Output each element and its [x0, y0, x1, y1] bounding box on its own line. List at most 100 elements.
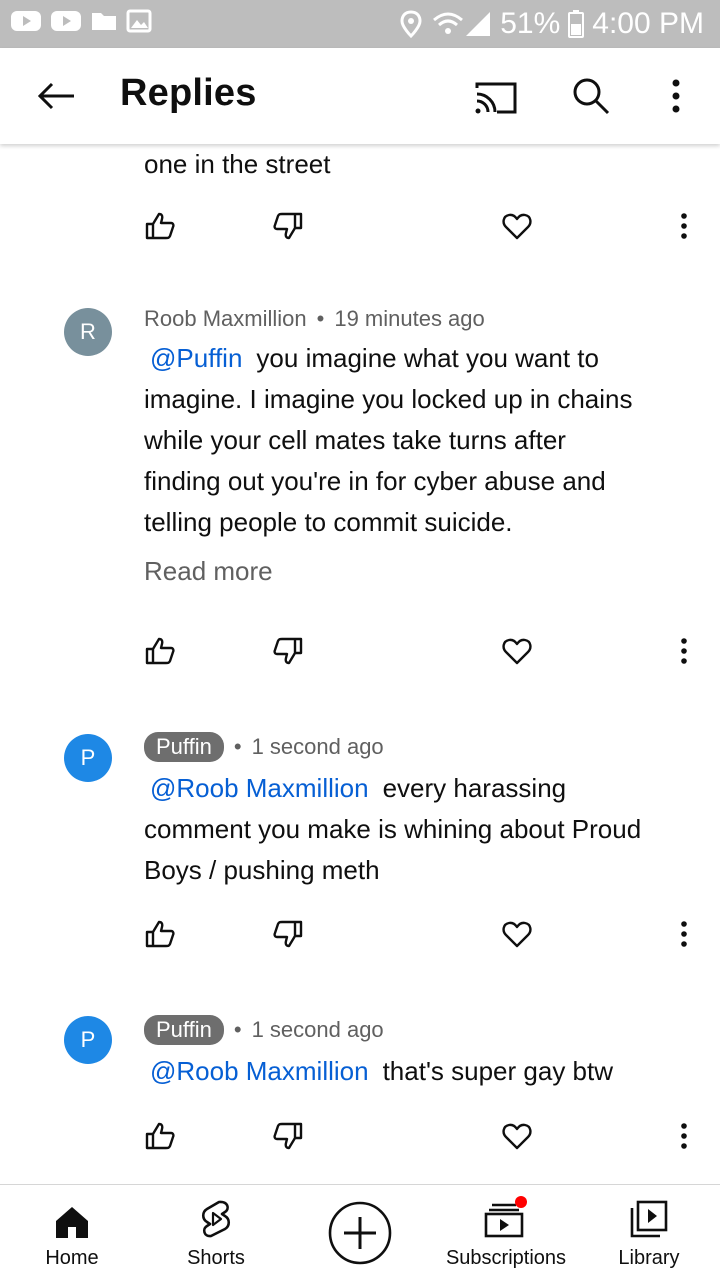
comment-meta: Puffin • 1 second ago	[144, 1015, 384, 1045]
dislike-button[interactable]	[264, 1112, 312, 1160]
more-vert-icon	[681, 638, 687, 664]
comment-text: @Puffin you imagine what you want to imag…	[144, 338, 694, 543]
thumb-down-icon	[273, 637, 303, 665]
system-status: 51% 4:00 PM	[400, 4, 704, 44]
notification-icons	[10, 9, 152, 33]
comment-more-button[interactable]	[660, 627, 708, 675]
search-icon	[573, 78, 610, 115]
heart-icon	[502, 921, 532, 948]
comment-author-chip[interactable]: Puffin	[144, 1015, 224, 1045]
comment-line-text: every harassing	[382, 773, 567, 803]
library-icon	[630, 1200, 668, 1238]
wifi-signal-icon	[433, 12, 491, 36]
meta-separator: •	[233, 734, 242, 759]
comment-author-chip[interactable]: Puffin	[144, 732, 224, 762]
cast-icon	[475, 82, 517, 114]
comment-more-button[interactable]	[660, 202, 708, 250]
dislike-button[interactable]	[264, 910, 312, 958]
back-button[interactable]	[26, 70, 86, 122]
thumb-down-icon	[273, 1122, 303, 1150]
app-bar: Replies	[0, 48, 720, 144]
meta-separator: •	[316, 306, 325, 331]
nav-library-label: Library	[618, 1247, 680, 1269]
heart-icon	[502, 213, 532, 240]
cast-button[interactable]	[466, 72, 526, 124]
mention-link[interactable]: @Puffin	[144, 343, 242, 373]
comment-time: 1 second ago	[251, 734, 384, 759]
comment-text: @Roob Maxmillion that's super gay btw	[144, 1051, 694, 1092]
comment-line: telling people to commit suicide.	[144, 507, 513, 537]
status-bar: 51% 4:00 PM	[0, 0, 720, 48]
comment-line: Boys / pushing meth	[144, 855, 380, 885]
nav-shorts-label: Shorts	[187, 1247, 245, 1269]
comment-more-button[interactable]	[660, 910, 708, 958]
comment-line: imagine. I imagine you locked up in chai…	[144, 384, 633, 414]
comment-line-text: that's super gay btw	[382, 1056, 613, 1086]
more-vert-icon	[681, 921, 687, 947]
comment-time: 19 minutes ago	[334, 306, 485, 331]
comment-line-text: you imagine what you want to	[256, 343, 599, 373]
battery-percent: 51%	[500, 7, 561, 40]
heart-icon	[502, 1123, 532, 1150]
comment-line: @Roob Maxmillion every harassing	[144, 768, 694, 809]
mention-link[interactable]: @Roob Maxmillion	[144, 773, 369, 803]
comment-line: @Puffin you imagine what you want to	[144, 338, 694, 379]
nav-subscriptions-label: Subscriptions	[445, 1247, 567, 1269]
create-button[interactable]	[326, 1185, 394, 1280]
bottom-navigation: Home Shorts Subscriptions Library	[0, 1184, 720, 1280]
thumb-down-icon	[273, 920, 303, 948]
avatar[interactable]: P	[64, 734, 112, 782]
youtube-notification-icon	[51, 11, 81, 31]
like-button[interactable]	[136, 627, 184, 675]
create-plus-icon	[328, 1201, 392, 1265]
subscriptions-icon	[484, 1196, 527, 1238]
dislike-button[interactable]	[264, 627, 312, 675]
heart-button[interactable]	[493, 910, 541, 958]
comment-line: comment you make is whining about Proud	[144, 814, 642, 844]
comment-author[interactable]: Roob Maxmillion	[144, 306, 307, 332]
back-arrow-icon	[37, 82, 74, 110]
youtube-notification-icon	[11, 11, 41, 31]
thumb-down-icon	[273, 212, 303, 240]
heart-button[interactable]	[493, 202, 541, 250]
nav-library[interactable]: Library	[606, 1185, 692, 1280]
comment-line: @Roob Maxmillion that's super gay btw	[144, 1051, 694, 1092]
avatar[interactable]: R	[64, 308, 112, 356]
battery-icon	[568, 10, 585, 38]
meta-separator: •	[233, 1017, 242, 1042]
more-vert-icon	[672, 79, 680, 113]
more-vert-icon	[681, 213, 687, 239]
nav-shorts[interactable]: Shorts	[170, 1185, 262, 1280]
dislike-button[interactable]	[264, 202, 312, 250]
mention-link[interactable]: @Roob Maxmillion	[144, 1056, 369, 1086]
like-button[interactable]	[136, 202, 184, 250]
home-icon	[56, 1207, 88, 1238]
thumb-up-icon	[145, 920, 175, 948]
nav-home[interactable]: Home	[30, 1185, 114, 1280]
comment-actions	[0, 202, 720, 250]
comment-text: @Roob Maxmillion every harassing comment …	[144, 768, 694, 891]
more-options-button[interactable]	[650, 70, 702, 122]
like-button[interactable]	[136, 1112, 184, 1160]
folder-icon	[92, 13, 116, 30]
read-more-link[interactable]: Read more	[144, 556, 273, 587]
nav-subscriptions[interactable]: Subscriptions	[436, 1185, 576, 1280]
search-button[interactable]	[561, 70, 621, 122]
thumb-up-icon	[145, 1122, 175, 1150]
more-vert-icon	[681, 1123, 687, 1149]
comment-line: finding out you're in for cyber abuse an…	[144, 466, 606, 496]
nav-home-label: Home	[45, 1247, 99, 1269]
comment-line: while your cell mates take turns after	[144, 425, 566, 455]
comment-more-button[interactable]	[660, 1112, 708, 1160]
heart-button[interactable]	[493, 1112, 541, 1160]
comment-meta: Roob Maxmillion • 19 minutes ago	[144, 306, 485, 332]
thumb-up-icon	[145, 212, 175, 240]
shorts-icon	[201, 1200, 231, 1238]
replies-list[interactable]: one in the street R Roob Maxmillion • 19…	[0, 144, 720, 1184]
comment-actions	[0, 627, 720, 675]
like-button[interactable]	[136, 910, 184, 958]
comment-meta: Puffin • 1 second ago	[144, 732, 384, 762]
avatar[interactable]: P	[64, 1016, 112, 1064]
page-title: Replies	[120, 72, 257, 114]
heart-button[interactable]	[493, 627, 541, 675]
